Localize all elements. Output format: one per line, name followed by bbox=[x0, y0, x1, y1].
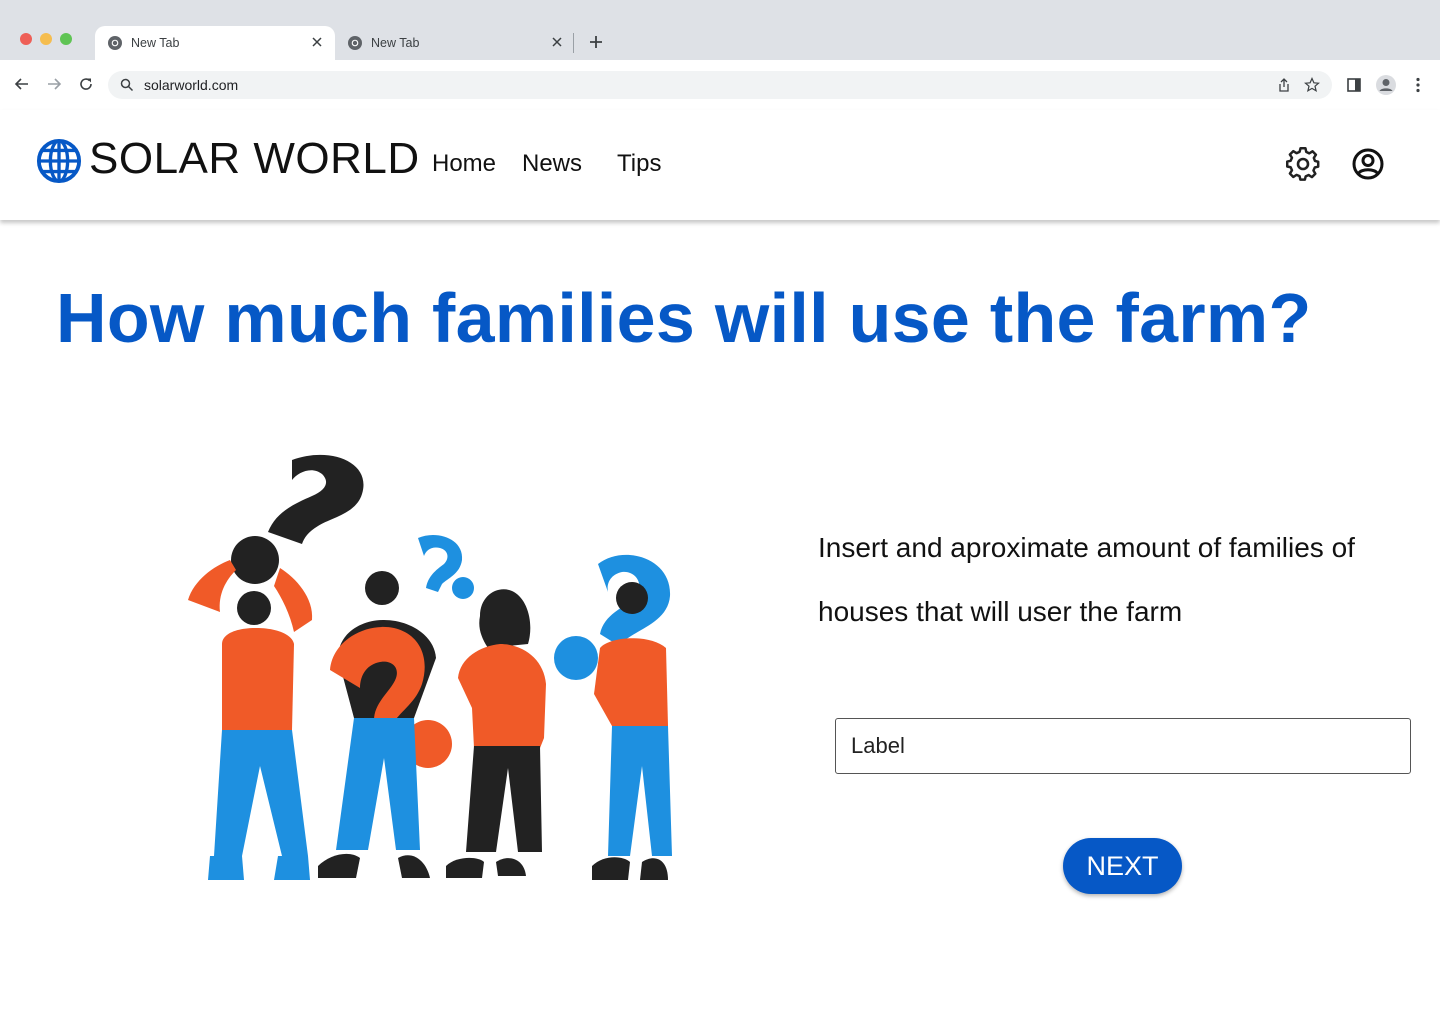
url-text: solarworld.com bbox=[144, 77, 239, 93]
people-with-question-marks-illustration bbox=[188, 454, 672, 880]
browser-tabstrip: New Tab New Tab bbox=[0, 0, 1440, 60]
more-menu-icon[interactable] bbox=[1407, 74, 1429, 96]
nav-tips-link[interactable]: Tips bbox=[617, 150, 661, 178]
tab-title: New Tab bbox=[131, 36, 180, 50]
maximize-window-icon[interactable] bbox=[60, 33, 72, 45]
site-title[interactable]: SOLAR WORLD bbox=[89, 134, 420, 184]
minimize-window-icon[interactable] bbox=[40, 33, 52, 45]
close-tab-icon[interactable] bbox=[309, 34, 325, 50]
close-tab-icon[interactable] bbox=[549, 34, 565, 50]
share-icon[interactable] bbox=[1276, 77, 1292, 93]
nav-home-link[interactable]: Home bbox=[432, 150, 496, 178]
account-icon[interactable] bbox=[1352, 148, 1384, 180]
families-count-input[interactable] bbox=[835, 718, 1411, 774]
address-bar[interactable]: solarworld.com bbox=[108, 71, 1332, 99]
browser-tab-2[interactable]: New Tab bbox=[335, 26, 575, 60]
nav-news-link[interactable]: News bbox=[522, 150, 582, 178]
browser-tab-1[interactable]: New Tab bbox=[95, 26, 335, 60]
gear-icon[interactable] bbox=[1286, 147, 1320, 181]
close-window-icon[interactable] bbox=[20, 33, 32, 45]
back-arrow-icon[interactable] bbox=[12, 74, 32, 94]
page-question-heading: How much families will use the farm? bbox=[56, 279, 1312, 357]
tab-separator bbox=[573, 33, 574, 53]
bookmark-star-icon[interactable] bbox=[1304, 77, 1320, 93]
forward-arrow-icon[interactable] bbox=[44, 74, 64, 94]
chrome-icon bbox=[108, 36, 122, 50]
next-button[interactable]: NEXT bbox=[1063, 838, 1182, 894]
chrome-icon bbox=[348, 36, 362, 50]
globe-icon[interactable] bbox=[36, 138, 82, 184]
search-icon bbox=[120, 78, 134, 92]
tab-title: New Tab bbox=[371, 36, 420, 50]
new-tab-plus-icon[interactable] bbox=[586, 32, 606, 52]
side-panel-icon[interactable] bbox=[1343, 74, 1365, 96]
families-prompt-text: Insert and aproximate amount of families… bbox=[818, 532, 1355, 627]
site-header: SOLAR WORLD Home News Tips bbox=[0, 110, 1440, 220]
profile-avatar-icon[interactable] bbox=[1375, 74, 1397, 96]
reload-icon[interactable] bbox=[76, 74, 96, 94]
